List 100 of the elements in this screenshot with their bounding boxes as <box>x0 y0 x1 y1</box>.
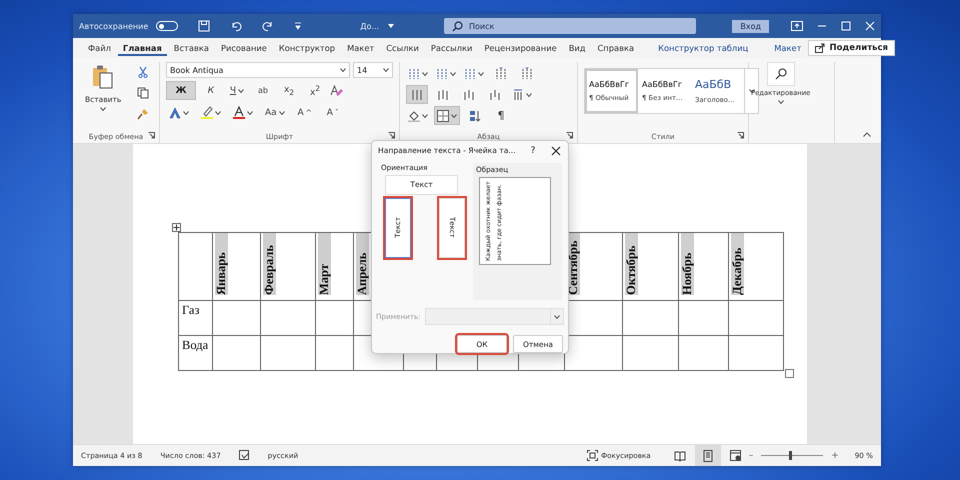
close-icon[interactable] <box>865 21 875 31</box>
autosave-label: Автосохранение <box>79 22 148 30</box>
caret-icon <box>451 114 457 118</box>
underline-button[interactable]: Ч <box>226 81 248 100</box>
decrease-indent-icon <box>495 66 507 80</box>
table-cell <box>678 336 728 370</box>
ribbon-tab[interactable]: Вставка <box>168 40 214 56</box>
close-icon <box>551 146 561 156</box>
column-header: Март <box>318 233 331 295</box>
font-size-field[interactable]: 14 <box>353 62 393 78</box>
caret-icon <box>450 72 456 76</box>
font-name-field[interactable]: Book Antiqua <box>166 62 350 78</box>
read-mode-icon <box>674 450 686 462</box>
caret-icon <box>422 72 428 76</box>
ribbon-tab[interactable]: Главная <box>118 40 167 56</box>
line-spacing-icon <box>512 88 524 102</box>
caret-icon <box>526 92 532 96</box>
search-icon <box>452 20 463 32</box>
proofing-icon[interactable] <box>238 450 250 461</box>
caret-icon[interactable] <box>387 23 396 29</box>
document-title[interactable]: До... <box>360 22 380 30</box>
table-cell <box>316 336 354 370</box>
share-button[interactable]: Поделиться <box>808 40 896 56</box>
ribbon-tab[interactable]: Конструктор <box>274 40 340 56</box>
share-icon <box>815 43 826 53</box>
caret-icon <box>278 110 285 114</box>
vertical-lines-icon <box>411 88 423 102</box>
caret-icon <box>478 72 484 76</box>
caret-icon <box>554 314 560 318</box>
vertical-lines-icon <box>437 88 449 102</box>
sort-icon <box>469 110 481 122</box>
caret-icon <box>183 110 189 114</box>
zoom-in-button[interactable]: + <box>831 450 839 460</box>
copy-icon[interactable] <box>137 87 150 99</box>
clear-formatting-icon[interactable] <box>330 84 344 96</box>
subscript-button[interactable]: x$_{2}$ <box>278 81 300 100</box>
undo-icon[interactable] <box>230 20 242 32</box>
table-cell <box>622 336 678 370</box>
search-icon <box>774 68 787 80</box>
maximize-icon[interactable] <box>841 21 851 31</box>
sign-in-button[interactable]: Вход <box>732 20 769 32</box>
caret-icon <box>215 110 221 114</box>
column-header: Январь <box>215 233 228 295</box>
show-formatting-button[interactable]: ¶ <box>490 106 512 125</box>
font-color-button[interactable] <box>230 103 256 122</box>
view-button[interactable] <box>694 445 721 466</box>
focus-icon <box>586 450 598 461</box>
ribbon-tab[interactable]: Рецензирование <box>479 40 562 56</box>
search-field[interactable]: Поиск <box>444 18 696 34</box>
save-icon[interactable] <box>198 20 210 32</box>
row-header: Вода <box>178 336 212 370</box>
ribbon-tab[interactable]: Рассылки <box>426 40 478 56</box>
dialog-launcher-icon[interactable] <box>388 132 395 139</box>
collapse-ribbon-icon[interactable] <box>863 132 871 137</box>
ribbon-tab[interactable]: Макет <box>769 40 806 56</box>
highlighter-icon <box>201 106 213 119</box>
cut-icon[interactable] <box>137 66 150 78</box>
change-case-button[interactable]: Aa <box>262 103 288 122</box>
caret-icon <box>383 68 389 72</box>
column-header: Декабрь <box>731 233 744 295</box>
redo-icon[interactable] <box>262 20 274 32</box>
autosave-toggle[interactable] <box>156 21 178 31</box>
bold-button[interactable]: Ж <box>166 81 196 100</box>
web-layout-icon <box>730 450 742 462</box>
clipboard-icon <box>92 64 114 90</box>
help-button[interactable]: ? <box>522 146 544 156</box>
ribbon-tab[interactable]: Рисование <box>216 40 272 56</box>
italic-button[interactable]: К <box>200 81 222 100</box>
ribbon-tab[interactable]: Конструктор таблиц <box>653 40 754 56</box>
ribbon-tab[interactable]: Макет <box>342 40 380 56</box>
dialog-launcher-icon[interactable] <box>148 132 155 139</box>
zoom-out-button[interactable]: – <box>748 450 754 460</box>
column-header: Февраль <box>263 233 276 295</box>
caret-icon <box>247 110 253 114</box>
zoom-slider-thumb[interactable] <box>789 451 792 460</box>
customize-icon[interactable] <box>294 21 302 31</box>
strikethrough-button[interactable]: ab <box>252 81 274 100</box>
column-header: Апрель <box>356 233 369 295</box>
table-cell <box>260 336 316 370</box>
format-painter-icon[interactable] <box>137 108 150 120</box>
multilevel-list-icon <box>464 66 476 80</box>
dialog-launcher-icon[interactable] <box>566 132 573 139</box>
paint-bucket-icon <box>408 110 420 122</box>
dialog-launcher-icon[interactable] <box>737 132 744 139</box>
column-header: Ноябрь <box>681 233 694 295</box>
table-resize-handle[interactable] <box>785 369 794 378</box>
row-header: Газ <box>178 300 212 336</box>
ribbon-tab[interactable]: Ссылки <box>381 40 424 56</box>
caret-icon <box>340 68 346 72</box>
vertical-lines-icon <box>463 88 475 102</box>
table-move-handle-icon[interactable] <box>172 223 181 232</box>
caret-icon <box>100 107 106 111</box>
ribbon-tab[interactable]: Справка <box>592 40 640 56</box>
borders-button[interactable] <box>434 106 460 125</box>
ribbon-display-icon[interactable] <box>791 21 803 31</box>
ribbon-tab[interactable]: Файл <box>83 40 116 56</box>
superscript-button[interactable]: x$^{2}$ <box>304 81 326 100</box>
ribbon-tab[interactable]: Вид <box>564 40 591 56</box>
table-cell <box>212 336 260 370</box>
align-button[interactable] <box>406 85 428 104</box>
